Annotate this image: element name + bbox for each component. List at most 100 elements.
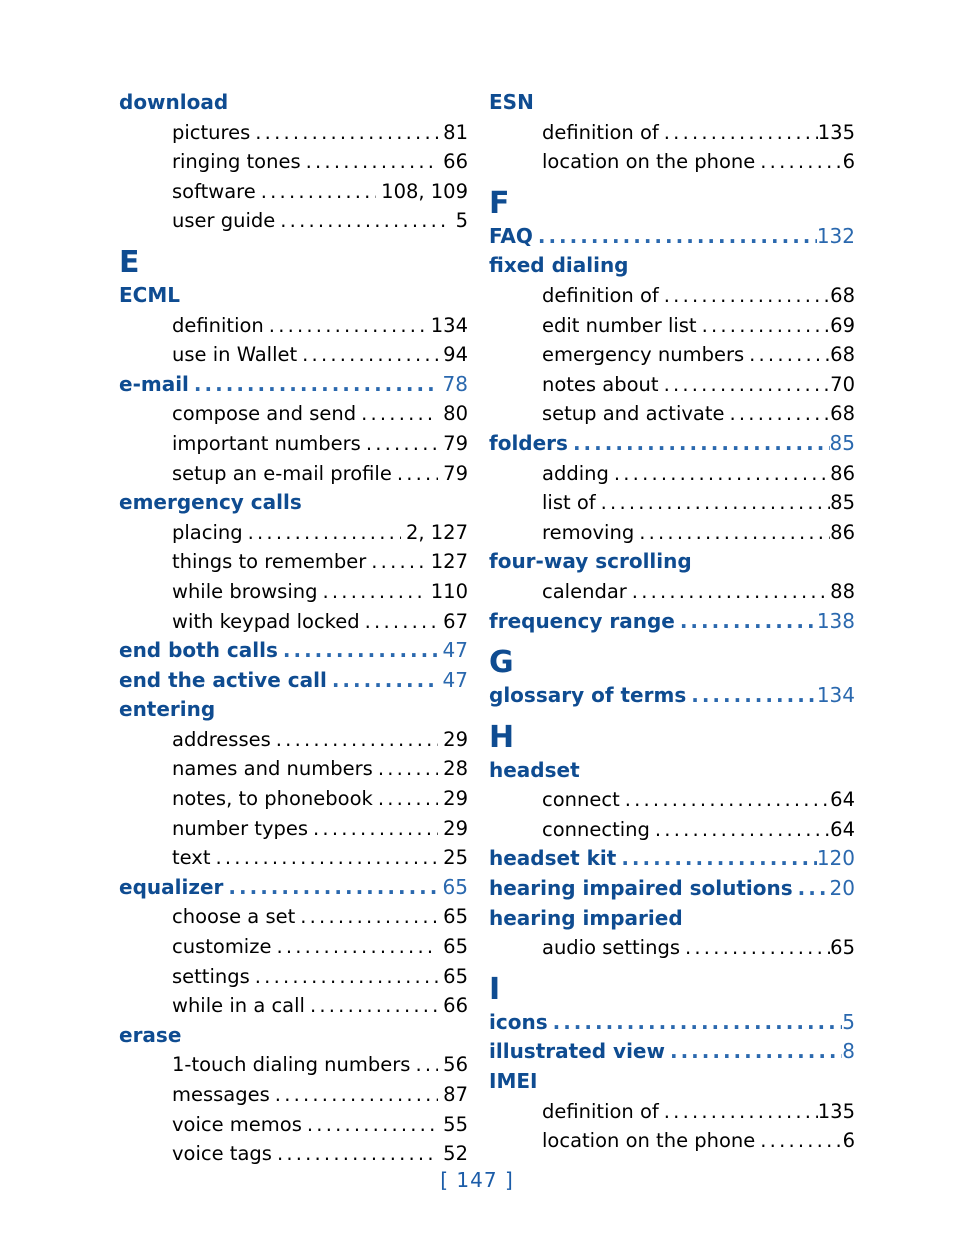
index-entry-label: ECML	[119, 282, 180, 307]
dot-leader	[798, 874, 830, 904]
index-entry-page-number: 132	[816, 223, 855, 248]
index-column-left: download pictures 81 ringing tones 66 softwar…	[0, 88, 478, 1169]
index-subentry[interactable]: connect 64	[489, 785, 855, 815]
dot-leader	[269, 311, 426, 341]
index-subentry[interactable]: adding 86	[489, 459, 855, 489]
index-subentry[interactable]: use in Wallet 94	[119, 340, 468, 370]
index-entry[interactable]: folders 85	[489, 429, 855, 459]
index-entry: emergency calls	[119, 488, 468, 518]
index-subentry[interactable]: list of 85	[489, 488, 855, 518]
index-entry[interactable]: end the active call 47	[119, 666, 468, 696]
index-subentry-label: removing	[542, 520, 635, 544]
index-entry[interactable]: e-mail 78	[119, 370, 468, 400]
index-subentry[interactable]: while browsing 110	[119, 577, 468, 607]
index-entry[interactable]: end both calls 47	[119, 636, 468, 666]
dot-leader	[639, 518, 830, 548]
index-subentry-label: while browsing	[172, 579, 318, 603]
dot-leader	[216, 843, 439, 873]
index-entry[interactable]: hearing impaired solutions 20	[489, 874, 855, 904]
index-subentry-page-number: 127	[430, 550, 468, 574]
index-subentry[interactable]: choose a set 65	[119, 902, 468, 932]
index-entry[interactable]: equalizer 65	[119, 873, 468, 903]
index-subentry-page-number: 81	[443, 120, 468, 144]
index-subentry[interactable]: setup and activate 68	[489, 399, 855, 429]
index-entry[interactable]: illustrated view 8	[489, 1037, 855, 1067]
index-subentry-label: addresses	[172, 727, 271, 751]
index-subentry[interactable]: 1-touch dialing numbers 56	[119, 1050, 468, 1080]
index-subentry-page-number: 85	[830, 491, 855, 515]
index-subentry[interactable]: with keypad locked 67	[119, 607, 468, 637]
index-subentry[interactable]: setup an e-mail profile 79	[119, 459, 468, 489]
index-subentry[interactable]: definition of 68	[489, 281, 855, 311]
index-subentry-page-number: 79	[443, 461, 468, 485]
index-subentry-label: user guide	[172, 209, 276, 233]
index-subentry[interactable]: removing 86	[489, 518, 855, 548]
dot-leader	[680, 607, 817, 637]
index-subentry[interactable]: pictures 81	[119, 118, 468, 148]
dot-leader	[313, 814, 438, 844]
index-subentry-label: setup and activate	[542, 402, 725, 426]
index-subentry[interactable]: number types 29	[119, 814, 468, 844]
index-subentry[interactable]: audio settings 65	[489, 933, 855, 963]
index-subentry-label: location on the phone	[542, 150, 756, 174]
index-subentry[interactable]: customize 65	[119, 932, 468, 962]
index-subentry-label: messages	[172, 1083, 270, 1106]
dot-leader	[361, 399, 438, 429]
index-subentry-label: list of	[542, 491, 596, 515]
index-subentry[interactable]: connecting 64	[489, 815, 855, 845]
index-entry-page-number: 120	[816, 846, 855, 871]
dot-leader	[664, 281, 830, 311]
index-subentry-label: definition of	[542, 283, 659, 307]
dot-leader	[276, 932, 438, 962]
index-subentry[interactable]: location on the phone 6	[489, 1126, 855, 1156]
index-subentry[interactable]: definition 134	[119, 311, 468, 341]
index-subentry-page-number: 79	[443, 431, 468, 455]
index-entry[interactable]: frequency range 138	[489, 607, 855, 637]
index-subentry[interactable]: emergency numbers 68	[489, 340, 855, 370]
index-subentry-page-number: 6	[842, 150, 855, 174]
index-subentry[interactable]: important numbers 79	[119, 429, 468, 459]
index-subentry[interactable]: definition of 135	[489, 1097, 855, 1127]
index-subentry-page-number: 68	[830, 283, 855, 307]
index-subentry[interactable]: settings 65	[119, 962, 468, 992]
index-subentry[interactable]: calendar 88	[489, 577, 855, 607]
index-subentry[interactable]: voice tags 52	[119, 1139, 468, 1169]
index-subentry-label: text	[172, 846, 211, 870]
index-entry-label: four-way scrolling	[489, 549, 692, 574]
index-subentry-label: setup an e-mail profile	[172, 461, 392, 485]
index-subentry[interactable]: compose and send 80	[119, 399, 468, 429]
index-subentry[interactable]: location on the phone 6	[489, 147, 855, 177]
index-entry[interactable]: glossary of terms 134	[489, 681, 855, 711]
index-subentry[interactable]: edit number list 69	[489, 311, 855, 341]
index-subentry-page-number: 80	[443, 402, 468, 426]
index-subentry[interactable]: user guide 5	[119, 206, 468, 236]
index-subentry[interactable]: voice memos 55	[119, 1110, 468, 1140]
index-subentry-label: things to remember	[172, 550, 367, 574]
dot-leader	[538, 222, 817, 252]
index-subentry[interactable]: things to remember 127	[119, 547, 468, 577]
index-subentry-page-number: 64	[830, 817, 855, 841]
index-subentry-page-number: 66	[443, 150, 468, 174]
dot-leader	[228, 873, 437, 903]
index-subentry[interactable]: messages 87	[119, 1080, 468, 1110]
index-subentry-label: location on the phone	[542, 1129, 756, 1153]
dot-leader	[323, 577, 426, 607]
index-subentry[interactable]: notes about 70	[489, 370, 855, 400]
index-subentry[interactable]: placing 2, 127	[119, 518, 468, 548]
index-entry[interactable]: icons 5	[489, 1008, 855, 1038]
index-subentry-page-number: 28	[443, 757, 468, 781]
index-subentry[interactable]: text 25	[119, 843, 468, 873]
index-subentry[interactable]: names and numbers 28	[119, 754, 468, 784]
index-subentry[interactable]: addresses 29	[119, 725, 468, 755]
index-subentry-page-number: 86	[830, 520, 855, 544]
index-entry[interactable]: headset kit 120	[489, 844, 855, 874]
index-subentry[interactable]: definition of 135	[489, 118, 855, 148]
index-subentry[interactable]: ringing tones 66	[119, 147, 468, 177]
dot-leader	[415, 1050, 438, 1080]
index-subentry[interactable]: while in a call 66	[119, 991, 468, 1021]
index-subentry[interactable]: software 108, 109	[119, 177, 468, 207]
index-entry: fixed dialing	[489, 251, 855, 281]
index-entry-page-number: 134	[816, 683, 855, 708]
index-entry[interactable]: FAQ 132	[489, 222, 855, 252]
index-subentry[interactable]: notes, to phonebook 29	[119, 784, 468, 814]
